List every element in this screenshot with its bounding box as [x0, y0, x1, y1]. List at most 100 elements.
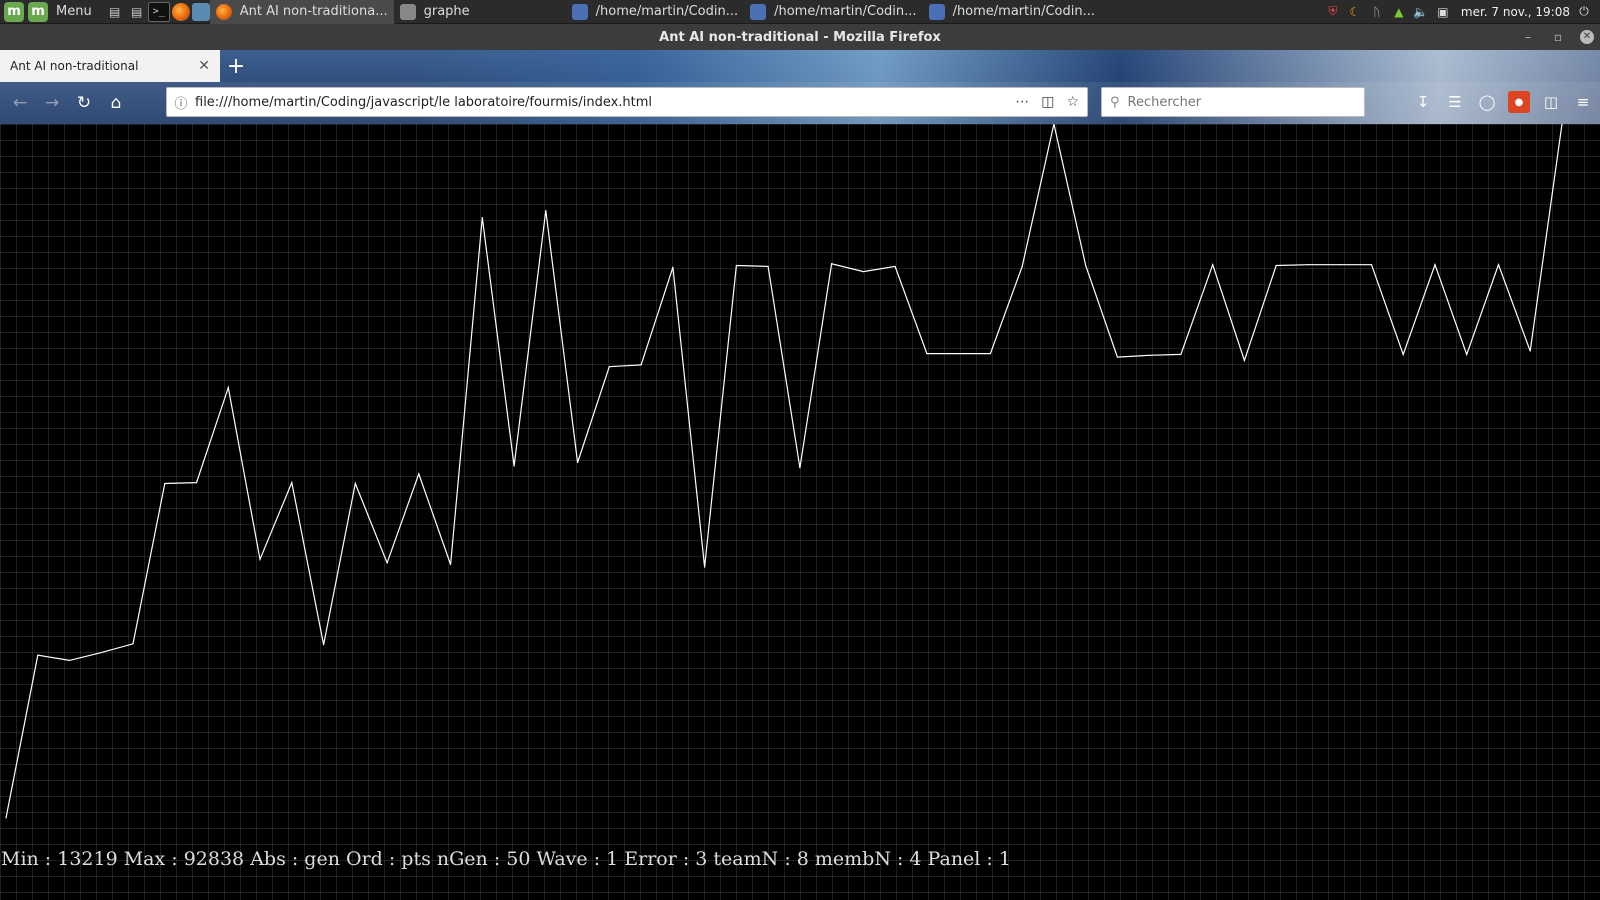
back-icon[interactable]: ←	[4, 87, 36, 119]
editor-icon	[571, 3, 588, 20]
power-icon[interactable]: ⏻	[1576, 4, 1592, 20]
data-point	[100, 651, 102, 654]
data-point	[1497, 264, 1500, 266]
start-menu-button[interactable]: m m Menu	[0, 0, 104, 24]
data-point	[1275, 264, 1277, 267]
nvidia-icon[interactable]: ▲	[1391, 4, 1407, 20]
reload-icon[interactable]: ↻	[68, 87, 100, 119]
library-icon[interactable]: ☰	[1444, 91, 1466, 113]
volume-icon[interactable]: 🔈	[1413, 4, 1429, 20]
sidebar-icon[interactable]: ◫	[1540, 91, 1562, 113]
data-point	[1402, 353, 1404, 356]
maximize-icon[interactable]: ▫	[1550, 30, 1566, 44]
close-window-icon[interactable]: ✕	[1580, 30, 1594, 44]
bookmark-star-icon[interactable]: ☆	[1066, 94, 1079, 110]
data-point	[958, 352, 960, 355]
taskbar-window-label: graphe	[423, 4, 470, 19]
printer-icon[interactable]: ▤	[126, 2, 148, 22]
data-point	[481, 216, 483, 219]
data-point	[1307, 264, 1309, 266]
data-point	[767, 265, 769, 268]
taskbar-window-firefox[interactable]: Ant AI non-traditiona...	[209, 0, 394, 24]
data-point	[926, 352, 928, 355]
clock[interactable]: mer. 7 nov., 19:08	[1461, 5, 1570, 19]
forward-icon[interactable]: →	[36, 87, 68, 119]
data-point	[449, 563, 452, 566]
data-point	[418, 473, 420, 475]
bluetooth-icon[interactable]: ᚢ	[1369, 4, 1385, 20]
data-point	[354, 482, 356, 485]
data-point	[989, 352, 992, 355]
printer-icon[interactable]: ▤	[104, 2, 126, 22]
extension-icon[interactable]: ●	[1508, 91, 1530, 113]
night-light-icon[interactable]: ☾	[1347, 4, 1363, 20]
data-point	[735, 264, 737, 267]
os-taskbar: m m Menu ▤ ▤ >_ Ant AI non-traditiona...…	[0, 0, 1600, 24]
taskbar-window-label: /home/martin/Codin...	[952, 4, 1096, 19]
data-point	[608, 366, 610, 368]
search-icon: ⚲	[1110, 94, 1120, 110]
search-bar[interactable]: ⚲	[1101, 87, 1365, 117]
series-line	[5, 124, 1563, 819]
new-tab-button[interactable]: +	[220, 50, 252, 82]
close-tab-icon[interactable]: ✕	[198, 58, 210, 74]
taskbar-window-label: Ant AI non-traditiona...	[239, 4, 388, 19]
data-point	[672, 266, 674, 268]
terminal-launcher-icon[interactable]: >_	[147, 1, 170, 22]
editor-icon	[928, 3, 945, 20]
data-point	[894, 265, 896, 268]
pocket-icon[interactable]: ◫	[1041, 94, 1054, 110]
data-point	[1466, 353, 1468, 356]
firefox-icon	[215, 3, 232, 20]
taskbar-window-editor[interactable]: /home/martin/Codin...	[566, 0, 744, 24]
url-bar[interactable]: ⓘ file:///home/martin/Coding/javascript/…	[166, 87, 1088, 117]
data-point	[576, 461, 579, 464]
taskbar-window-label: /home/martin/Codin...	[774, 4, 917, 19]
search-input[interactable]	[1127, 94, 1348, 110]
page-actions-icon[interactable]: ⋯	[1015, 94, 1029, 110]
system-tray: ⛨ ☾ ᚢ ▲ 🔈 ▣ mer. 7 nov., 19:08 ⏻	[1317, 0, 1600, 24]
files-launcher-icon[interactable]	[191, 2, 210, 21]
data-point	[5, 817, 7, 819]
extension-icon[interactable]: ◯	[1476, 91, 1498, 113]
mint-logo-icon: m	[4, 1, 24, 22]
data-point	[1116, 356, 1119, 358]
data-point	[259, 558, 261, 560]
data-point	[37, 654, 39, 656]
data-point	[640, 364, 642, 366]
firefox-launcher-icon[interactable]	[171, 2, 190, 21]
data-point	[1370, 264, 1373, 266]
minimize-icon[interactable]: –	[1520, 30, 1536, 44]
downloads-icon[interactable]: ↧	[1412, 91, 1434, 113]
info-icon[interactable]: ⓘ	[167, 93, 195, 112]
folder-icon	[399, 3, 416, 20]
taskbar-window-editor[interactable]: /home/martin/Codin...	[923, 0, 1101, 24]
url-text[interactable]: file:///home/martin/Coding/javascript/le…	[195, 95, 1007, 110]
taskbar-window-label: /home/martin/Codin...	[595, 4, 739, 19]
stats-readout: Min : 13219 Max : 92838 Abs : gen Ord : …	[1, 848, 1011, 870]
data-point	[132, 643, 134, 645]
taskbar-window-graphe[interactable]: graphe	[394, 0, 476, 24]
shield-icon[interactable]: ⛨	[1325, 4, 1341, 20]
data-point	[1339, 264, 1341, 266]
home-icon[interactable]: ⌂	[100, 87, 132, 119]
hamburger-menu-icon[interactable]: ≡	[1572, 91, 1594, 113]
data-point	[164, 482, 166, 485]
data-point	[1212, 264, 1214, 266]
mint-logo-icon: m	[28, 1, 48, 22]
editor-icon	[750, 3, 767, 20]
data-point	[291, 481, 293, 484]
data-point	[1148, 354, 1150, 356]
tab-ant-ai[interactable]: Ant AI non-traditional ✕	[0, 50, 220, 82]
data-point	[227, 386, 229, 389]
taskbar-window-editor[interactable]: /home/martin/Codin...	[744, 0, 922, 24]
battery-icon[interactable]: ▣	[1435, 4, 1451, 20]
data-point	[704, 566, 706, 568]
data-point	[862, 271, 864, 273]
tab-title: Ant AI non-traditional	[10, 59, 139, 73]
data-point	[513, 465, 515, 467]
data-point	[195, 481, 198, 484]
window-title: Ant AI non-traditional - Mozilla Firefox	[659, 29, 941, 45]
data-point	[799, 467, 801, 469]
window-titlebar[interactable]: Ant AI non-traditional - Mozilla Firefox…	[0, 24, 1600, 50]
